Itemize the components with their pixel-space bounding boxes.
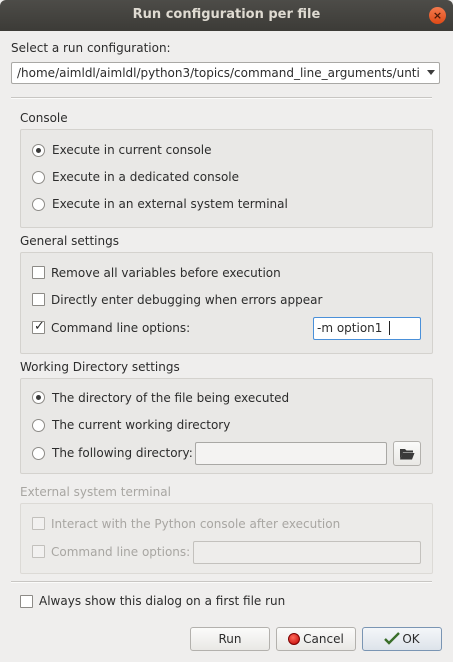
debugging-label[interactable]: Directly enter debugging when errors app… xyxy=(51,293,322,307)
radio-current-console[interactable] xyxy=(32,144,45,157)
run-button[interactable]: Run xyxy=(190,627,270,651)
select-config-label: Select a run configuration: xyxy=(11,41,171,55)
following-directory-label[interactable]: The following directory: xyxy=(52,446,193,460)
radio-dedicated-console[interactable] xyxy=(32,171,45,184)
ok-button-label: OK xyxy=(402,632,420,646)
ok-checkmark-icon xyxy=(384,632,401,645)
current-console-label[interactable]: Execute in current console xyxy=(52,143,212,157)
browse-directory-button[interactable] xyxy=(393,441,421,466)
console-group-title: Console xyxy=(20,111,68,125)
checkbox-always-show[interactable] xyxy=(20,595,33,608)
run-config-value: /home/aimldl/aimldl/python3/topics/comma… xyxy=(17,66,419,80)
window-title: Run configuration per file xyxy=(132,7,321,22)
general-group-title: General settings xyxy=(20,234,119,248)
following-directory-input[interactable] xyxy=(195,442,387,465)
ok-button[interactable]: OK xyxy=(362,627,442,651)
checkbox-command-line-options[interactable]: ✓ xyxy=(32,319,45,334)
separator xyxy=(11,97,432,99)
chevron-down-icon xyxy=(427,70,435,75)
external-group-title: External system terminal xyxy=(20,485,171,499)
checkbox-debugging[interactable] xyxy=(32,293,45,306)
external-command-line-options-input[interactable] xyxy=(193,541,421,564)
workdir-group-title: Working Directory settings xyxy=(20,360,180,374)
radio-external-terminal[interactable] xyxy=(32,198,45,211)
run-button-label: Run xyxy=(218,632,242,646)
title-bar: Run configuration per file × xyxy=(0,0,453,31)
cancel-button-label: Cancel xyxy=(303,632,344,646)
always-show-label[interactable]: Always show this dialog on a first file … xyxy=(39,594,285,608)
radio-current-working-directory[interactable] xyxy=(32,419,45,432)
command-line-options-value: -m option1 xyxy=(317,321,383,335)
radio-following-directory[interactable] xyxy=(32,447,45,460)
remove-variables-label[interactable]: Remove all variables before execution xyxy=(51,266,281,280)
close-icon: × xyxy=(432,9,443,22)
interact-console-label[interactable]: Interact with the Python console after e… xyxy=(51,517,340,531)
external-command-line-options-label[interactable]: Command line options: xyxy=(51,545,190,559)
cancel-button[interactable]: Cancel xyxy=(276,627,356,651)
separator xyxy=(11,581,432,583)
file-directory-label[interactable]: The directory of the file being executed xyxy=(52,391,289,405)
folder-open-icon xyxy=(400,449,415,460)
close-button[interactable]: × xyxy=(429,7,446,24)
text-caret xyxy=(389,321,390,335)
command-line-options-input[interactable]: -m option1 xyxy=(313,317,421,340)
run-config-combobox[interactable]: /home/aimldl/aimldl/python3/topics/comma… xyxy=(11,62,440,84)
external-terminal-label[interactable]: Execute in an external system terminal xyxy=(52,197,288,211)
command-line-options-label[interactable]: Command line options: xyxy=(51,321,190,335)
stop-icon xyxy=(288,633,301,645)
dedicated-console-label[interactable]: Execute in a dedicated console xyxy=(52,170,239,184)
checkbox-remove-variables[interactable] xyxy=(32,266,45,279)
radio-file-directory[interactable] xyxy=(32,391,45,404)
current-working-directory-label[interactable]: The current working directory xyxy=(52,418,230,432)
checkmark-icon: ✓ xyxy=(34,319,45,334)
checkbox-external-command-line-options[interactable] xyxy=(32,545,45,558)
checkbox-interact-console[interactable] xyxy=(32,517,45,530)
